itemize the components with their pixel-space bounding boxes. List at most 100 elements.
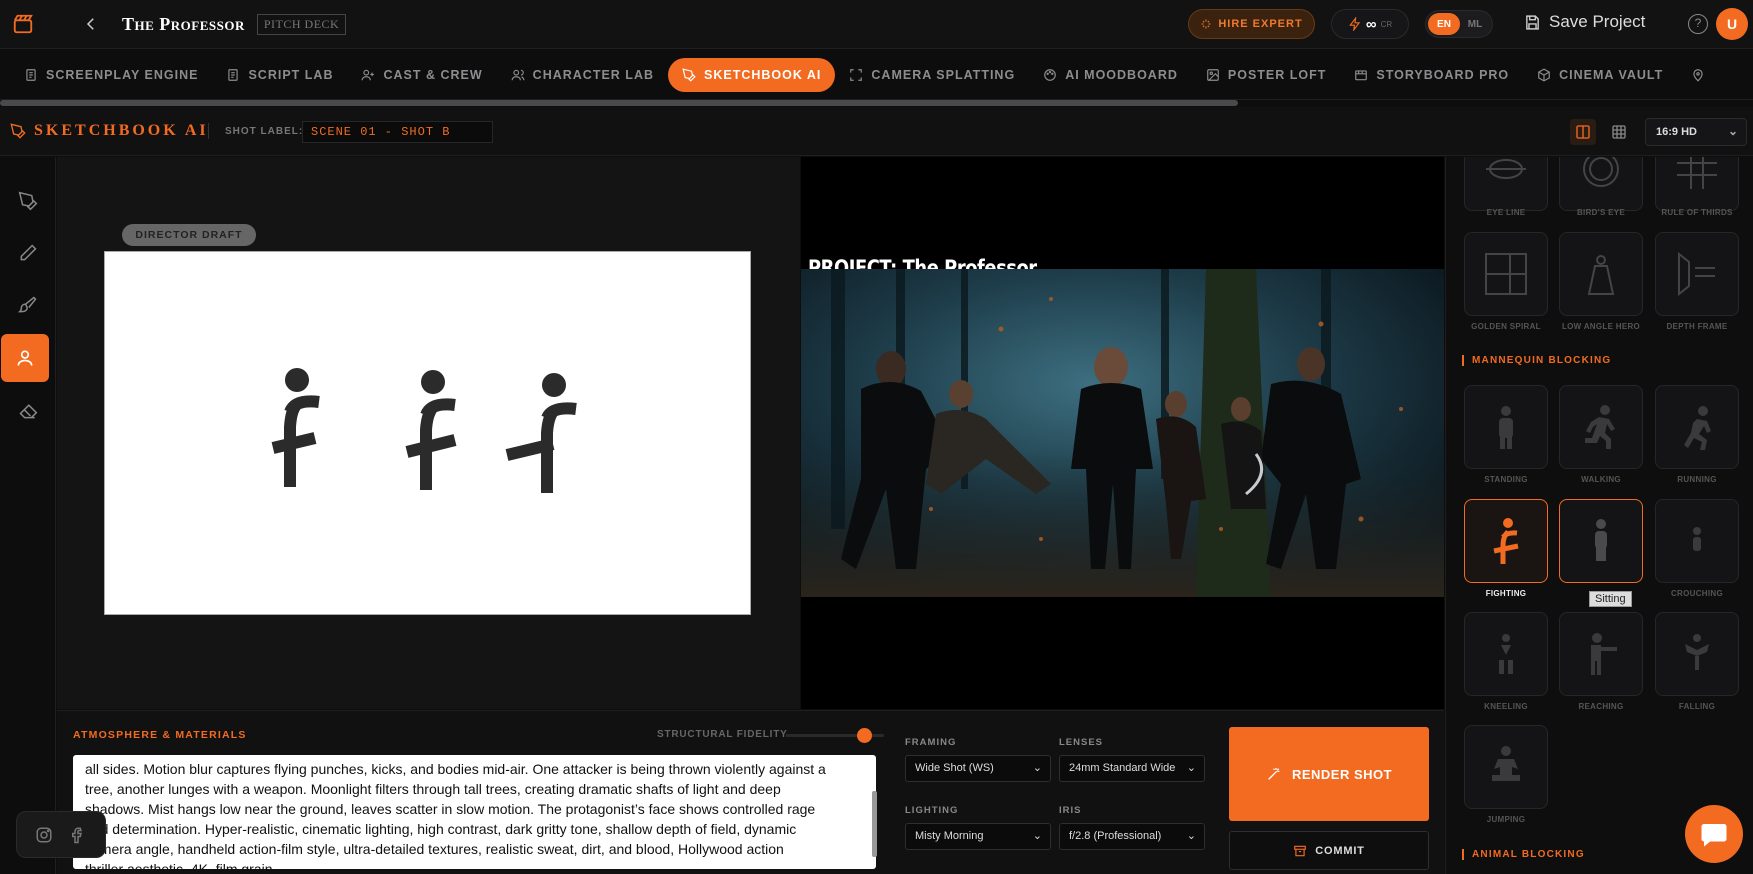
shot-label-input[interactable]: SCENE 01 - SHOT B [302,121,493,143]
tab-camera-splatting[interactable]: CAMERA SPLATTING [835,58,1029,92]
tab-more[interactable] [1677,58,1719,92]
commit-label: COMMIT [1315,844,1365,857]
users-icon [511,69,525,80]
mannequin-tool[interactable] [1,334,49,382]
tile-birds-eye[interactable] [1559,157,1643,211]
tab-storyboard-pro[interactable]: STORYBOARD PRO [1340,58,1523,92]
chat-support-button[interactable] [1685,805,1743,863]
tile-label: RUNNING [1677,475,1717,484]
credits-indicator[interactable]: ∞ CR [1331,9,1409,39]
grid-view-button[interactable] [1606,119,1632,145]
tile-running[interactable] [1655,385,1739,469]
tab-ai-moodboard[interactable]: AI MOODBOARD [1029,58,1192,92]
tab-label: STORYBOARD PRO [1376,67,1510,82]
sketch-canvas-area: DIRECTOR DRAFT [57,157,800,709]
structural-fidelity-slider[interactable] [786,728,884,743]
help-icon[interactable]: ? [1688,14,1708,34]
tab-cast-crew[interactable]: CAST & CREW [347,58,496,92]
tile-standing[interactable] [1464,385,1548,469]
lang-en[interactable]: EN [1428,13,1460,35]
atmosphere-prompt-textarea[interactable]: all sides. Motion blur captures flying p… [73,755,876,869]
tile-sitting[interactable] [1559,499,1643,583]
save-icon [1526,14,1539,30]
tile-walking[interactable] [1559,385,1643,469]
tile-label: RULE OF THIRDS [1661,208,1733,217]
pen-icon [10,123,26,139]
hire-expert-button[interactable]: HIRE EXPERT [1188,9,1315,39]
tile-rule-of-thirds[interactable] [1655,157,1739,211]
prompt-line: camera angle, handheld action-film style… [85,841,784,857]
facebook-icon[interactable] [69,826,87,844]
social-links [16,811,106,858]
rendered-shot-image[interactable] [801,269,1444,597]
eraser-tool[interactable] [14,397,42,425]
split-view-button[interactable] [1570,119,1596,145]
tile-label: JUMPING [1486,815,1526,824]
user-add-icon [362,69,375,80]
tab-label: SCREENPLAY ENGINE [46,67,199,82]
tab-cinema-vault[interactable]: CINEMA VAULT [1523,58,1677,92]
lenses-value: 24mm Standard Wide [1069,762,1176,774]
tile-falling[interactable] [1655,612,1739,696]
framing-value: Wide Shot (WS) [915,762,994,774]
mannequin-blocking-title: MANNEQUIN BLOCKING [1462,355,1611,366]
tab-poster-loft[interactable]: POSTER LOFT [1192,58,1341,92]
tab-screenplay-engine[interactable]: SCREENPLAY ENGINE [10,58,212,92]
tab-label: CAST & CREW [383,67,483,82]
brush-tool[interactable] [14,291,42,319]
nav-scrollbar[interactable] [0,100,1238,106]
sketchbook-toolbar: SKETCHBOOK AI SHOT LABEL: SCENE 01 - SHO… [0,107,1753,156]
tile-depth-frame[interactable] [1655,232,1739,316]
framing-select[interactable]: Wide Shot (WS) ⌄ [905,755,1051,782]
mannequin-figure [271,368,320,487]
tile-golden-spiral[interactable] [1464,232,1548,316]
tile-low-angle-hero[interactable] [1559,232,1643,316]
tile-reaching[interactable] [1559,612,1643,696]
tile-label: CROUCHING [1670,589,1724,598]
sitting-icon [1595,519,1607,561]
prompt-line: shadows. Mist hangs low near the ground,… [85,801,816,817]
tab-character-lab[interactable]: CHARACTER LAB [497,58,668,92]
tile-crouching[interactable] [1655,499,1739,583]
fighting-icon [1493,518,1519,564]
language-toggle[interactable]: EN ML [1425,10,1493,38]
tab-sketchbook-ai[interactable]: SKETCHBOOK AI [668,57,836,92]
instagram-icon[interactable] [35,826,53,844]
tile-fighting[interactable] [1464,499,1548,583]
tile-jumping[interactable] [1464,725,1548,809]
tab-script-lab[interactable]: SCRIPT LAB [212,58,347,92]
tile-label: REACHING [1578,702,1624,711]
tile-label: STANDING [1484,475,1528,484]
lang-ml[interactable]: ML [1460,19,1490,30]
prompt-line: tree, another lunges with a weapon. Moon… [85,781,781,797]
user-avatar[interactable]: U [1716,8,1748,40]
golden-spiral-icon [1485,253,1527,295]
pitch-deck-badge[interactable]: PITCH DECK [256,13,347,35]
credits-unit: CR [1380,19,1393,29]
render-shot-label: RENDER SHOT [1291,766,1393,782]
aspect-ratio-select[interactable]: 16:9 HD ⌄ [1645,118,1747,146]
kneeling-icon [1499,634,1513,674]
chevron-down-icon: ⌄ [1727,124,1738,138]
iris-select[interactable]: f/2.8 (Professional) ⌄ [1059,823,1205,850]
render-shot-button[interactable]: RENDER SHOT [1229,727,1429,821]
prompt-line: all sides. Motion blur captures flying p… [85,761,826,777]
save-project-button[interactable]: Save Project [1524,12,1645,32]
walking-icon [1585,405,1615,449]
lighting-select[interactable]: Misty Morning ⌄ [905,823,1051,850]
commit-button[interactable]: COMMIT [1229,831,1429,870]
tile-kneeling[interactable] [1464,612,1548,696]
clapper-logo-icon[interactable] [10,11,36,37]
tab-label: CINEMA VAULT [1559,67,1664,82]
tile-label: LOW ANGLE HERO [1561,322,1641,331]
lenses-select[interactable]: 24mm Standard Wide ⌄ [1059,755,1205,782]
slider-knob[interactable] [857,728,873,743]
prompt-scrollbar[interactable] [872,791,877,857]
back-arrow-icon[interactable] [82,15,100,33]
pencil-tool[interactable] [14,239,42,267]
sketch-canvas[interactable] [104,251,751,615]
tile-eye-line[interactable] [1464,157,1548,211]
pen-tool[interactable] [14,187,42,215]
drawing-tools [0,157,56,874]
pencil-icon [20,244,37,261]
